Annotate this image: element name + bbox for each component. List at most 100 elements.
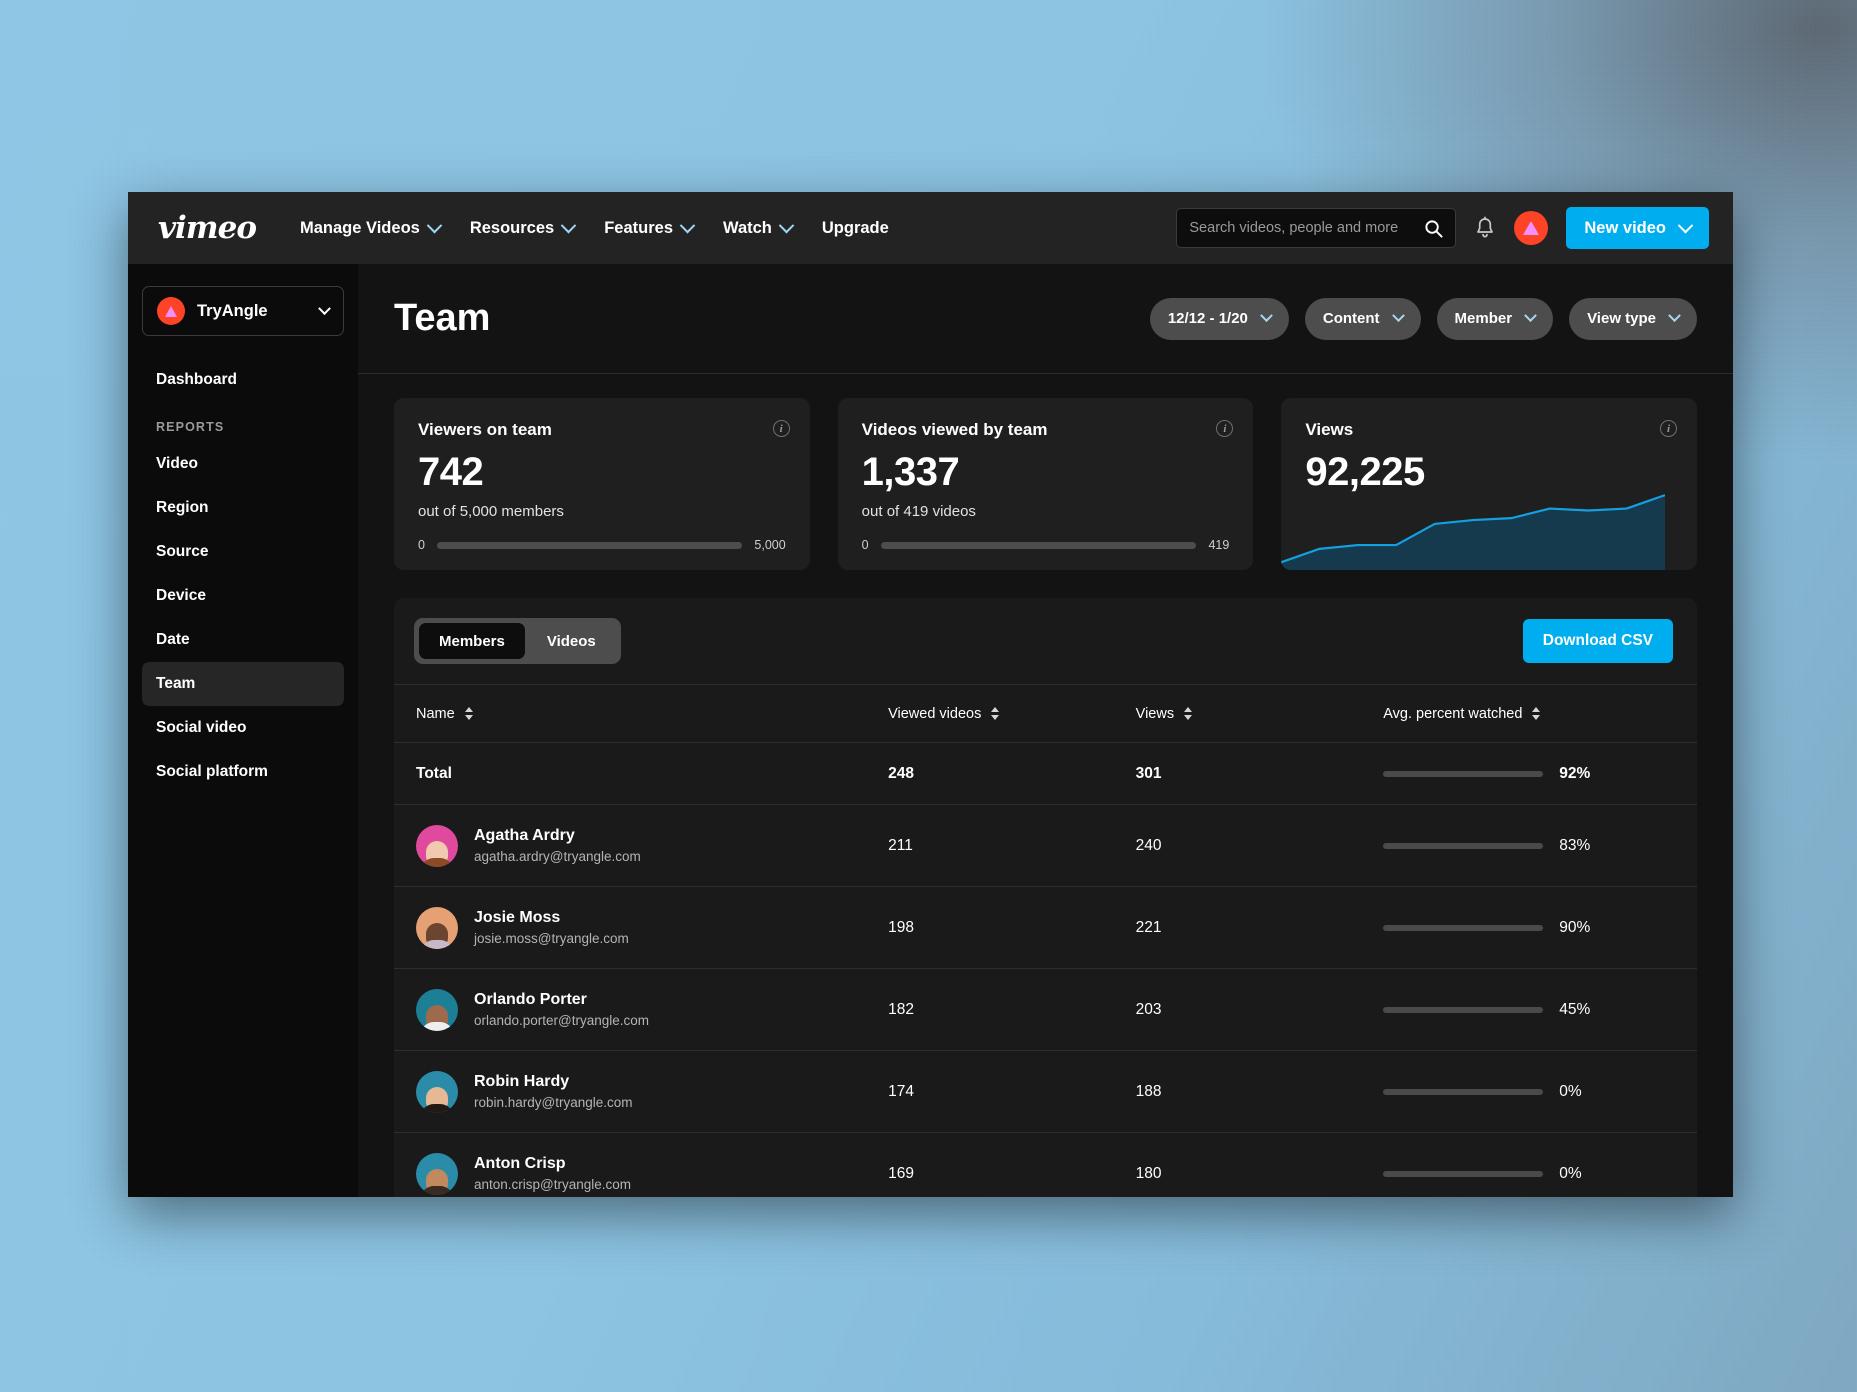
tab-members[interactable]: Members (419, 623, 525, 659)
sidebar-section-reports: REPORTS (156, 420, 225, 434)
cell-name: Robin Hardy robin.hardy@tryangle.com (394, 1051, 876, 1133)
chevron-down-icon (560, 217, 577, 233)
nav-item-features[interactable]: Features (604, 217, 696, 238)
column-label: Name (416, 705, 455, 722)
member-name: Agatha Ardry (474, 827, 575, 844)
sidebar-item-label: Social video (156, 719, 247, 736)
info-icon[interactable]: i (1216, 420, 1234, 437)
cell-avg-percent-watched: 0% (1371, 1051, 1697, 1133)
main-scroll-area[interactable]: Viewers on team i 742 out of 5,000 membe… (358, 374, 1733, 1197)
sort-icon[interactable] (1184, 707, 1193, 720)
percent-label: 90% (1559, 918, 1591, 936)
table-row[interactable]: Orlando Porter orlando.porter@tryangle.co… (394, 969, 1697, 1051)
filter-content[interactable]: Content (1304, 297, 1421, 340)
new-video-button[interactable]: New video (1566, 207, 1709, 249)
sidebar-item-dashboard[interactable]: Dashboard (142, 358, 344, 402)
chevron-down-icon (679, 217, 696, 233)
cell-viewed-videos: 248 (888, 764, 914, 782)
nav-item-upgrade[interactable]: Upgrade (822, 219, 889, 238)
download-csv-button[interactable]: Download CSV (1522, 619, 1673, 663)
table-row[interactable]: Josie Moss josie.moss@tryangle.com 198 221 9… (394, 887, 1697, 969)
search-box[interactable] (1176, 208, 1457, 248)
card-title: Viewers on team (418, 420, 552, 439)
table-row[interactable]: Robin Hardy robin.hardy@tryangle.com 174 18… (394, 1051, 1697, 1133)
page-header: Team 12/12 - 1/20 Content Member View ty… (358, 264, 1733, 374)
sidebar-item-team[interactable]: Team (142, 662, 344, 706)
table-row-total[interactable]: Total 248 301 92% (394, 743, 1697, 805)
table-row[interactable]: Anton Crisp anton.crisp@tryangle.com 169 18… (394, 1133, 1697, 1198)
card-subtitle: out of 5,000 members (418, 503, 564, 520)
triangle-logo-icon (165, 305, 177, 317)
percent-label: 83% (1559, 836, 1591, 854)
table-row[interactable]: Agatha Ardry agatha.ardry@tryangle.com 211… (394, 805, 1697, 887)
card-title: Views (1305, 420, 1354, 439)
sidebar-item-label: Source (156, 543, 209, 560)
nav-item-watch[interactable]: Watch (723, 217, 795, 238)
column-header-name[interactable]: Name (394, 684, 877, 743)
sidebar-item-label: Dashboard (156, 371, 237, 388)
member-name: Anton Crisp (474, 1155, 566, 1172)
nav-label: Watch (723, 218, 772, 237)
sidebar-item-region[interactable]: Region (142, 486, 344, 530)
nav-label: Features (604, 218, 673, 237)
team-avatar (157, 297, 185, 325)
members-videos-toggle: Members Videos (414, 618, 621, 664)
cell-avg-percent-watched: 90% (1371, 887, 1697, 969)
cell-name: Josie Moss josie.moss@tryangle.com (394, 887, 876, 969)
card-progress-row: 0 419 (862, 538, 1230, 552)
cell-viewed-videos: 174 (888, 1082, 914, 1100)
percent-bar (1383, 924, 1544, 931)
sidebar-item-source[interactable]: Source (142, 530, 344, 574)
nav-item-resources[interactable]: Resources (469, 217, 577, 238)
tab-videos[interactable]: Videos (527, 623, 616, 659)
member-email: robin.hardy@tryangle.com (474, 1095, 633, 1110)
team-switcher[interactable]: TryAngle (142, 286, 344, 336)
chevron-down-icon (1391, 309, 1405, 323)
sort-icon[interactable] (1532, 707, 1541, 720)
card-title: Videos viewed by team (861, 420, 1048, 439)
bar-max-label: 419 (1208, 538, 1230, 552)
notifications-bell-icon[interactable] (1474, 216, 1496, 240)
column-header-views[interactable]: Views (1123, 684, 1372, 743)
percent-watched-cell: 92% (1383, 765, 1685, 783)
card-progress-row: 0 5,000 (418, 538, 786, 552)
table-header: Name Viewed videos Views Avg. percent wa… (394, 684, 1697, 743)
cell-viewed-videos: 169 (888, 1164, 914, 1182)
info-icon[interactable]: i (772, 420, 790, 437)
chevron-down-icon (1677, 217, 1694, 233)
nav-item-manage-videos[interactable]: Manage Videos (300, 217, 443, 238)
vimeo-logo[interactable]: vimeo (148, 210, 266, 246)
filter-member[interactable]: Member (1436, 297, 1554, 340)
info-icon[interactable]: i (1660, 420, 1678, 437)
primary-nav-items: Manage Videos Resources Features Watch U… (300, 217, 889, 238)
top-navigation-bar: vimeo Manage Videos Resources Features W… (128, 192, 1733, 264)
app-body: TryAngle Dashboard REPORTS Video Region … (128, 264, 1733, 1197)
column-header-viewed-videos[interactable]: Viewed videos (876, 684, 1124, 743)
sidebar-item-device[interactable]: Device (142, 574, 344, 618)
sort-icon[interactable] (464, 707, 473, 720)
member-email: orlando.porter@tryangle.com (474, 1013, 650, 1028)
search-icon[interactable] (1424, 219, 1443, 238)
nav-label: Manage Videos (300, 218, 420, 237)
percent-label: 0% (1559, 1164, 1582, 1182)
filter-view-type[interactable]: View type (1569, 297, 1697, 340)
column-label: Avg. percent watched (1383, 705, 1523, 722)
main-content: Team 12/12 - 1/20 Content Member View ty… (358, 264, 1733, 1197)
sidebar-item-social-platform[interactable]: Social platform (142, 750, 344, 794)
team-switcher-label: TryAngle (197, 301, 268, 320)
new-video-label: New video (1584, 218, 1666, 237)
cell-views: 180 (1135, 1164, 1162, 1182)
cell-viewed-videos: 198 (888, 918, 914, 936)
user-avatar[interactable] (1514, 211, 1549, 245)
column-label: Viewed videos (888, 705, 982, 722)
cell-views: 240 (1135, 836, 1162, 854)
sort-icon[interactable] (991, 707, 1000, 720)
sidebar-item-video[interactable]: Video (142, 442, 344, 486)
filter-date-range[interactable]: 12/12 - 1/20 (1149, 297, 1289, 340)
nav-label: Resources (469, 218, 555, 237)
search-input[interactable] (1189, 220, 1425, 236)
sidebar-item-social-video[interactable]: Social video (142, 706, 344, 750)
sidebar-item-date[interactable]: Date (142, 618, 344, 662)
column-header-avg-percent-watched[interactable]: Avg. percent watched (1371, 684, 1697, 743)
sidebar-item-label: Video (156, 455, 198, 472)
